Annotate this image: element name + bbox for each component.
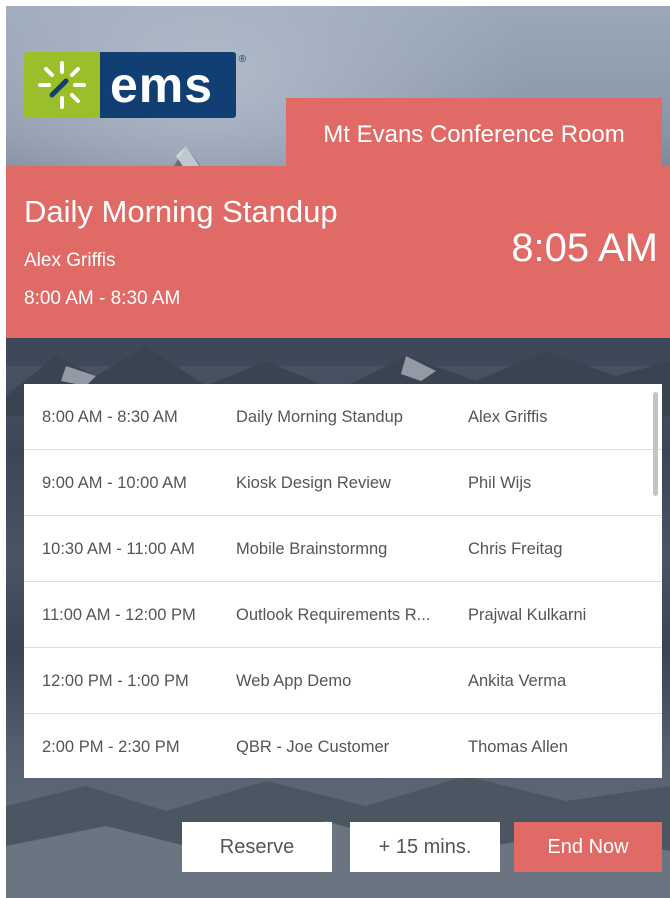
- end-now-button[interactable]: End Now: [514, 822, 662, 872]
- schedule-row[interactable]: 10:30 AM - 11:00 AM Mobile Brainstormng …: [24, 516, 662, 582]
- list-scrollbar[interactable]: [653, 392, 658, 496]
- kiosk-screen: ems ® Mt Evans Conference Room Daily Mor…: [6, 6, 670, 898]
- ems-logo: ems ®: [24, 52, 246, 118]
- row-time: 2:00 PM - 2:30 PM: [42, 738, 180, 756]
- row-organizer: Alex Griffis: [468, 408, 548, 426]
- row-organizer: Ankita Verma: [468, 672, 567, 690]
- schedule-row[interactable]: 9:00 AM - 10:00 AM Kiosk Design Review P…: [24, 450, 662, 516]
- row-organizer: Chris Freitag: [468, 540, 563, 558]
- reserve-button[interactable]: Reserve: [182, 822, 332, 872]
- row-title: Outlook Requirements R...: [236, 606, 431, 624]
- row-time: 8:00 AM - 8:30 AM: [42, 408, 178, 426]
- row-time: 10:30 AM - 11:00 AM: [42, 540, 195, 558]
- current-meeting-banner: Daily Morning Standup Alex Griffis 8:00 …: [6, 166, 670, 338]
- current-time-clock: 8:05 AM: [511, 226, 658, 270]
- row-title: Daily Morning Standup: [236, 408, 403, 426]
- current-meeting-organizer: Alex Griffis: [24, 250, 116, 271]
- schedule-row[interactable]: 2:00 PM - 2:30 PM QBR - Joe Customer Tho…: [24, 714, 662, 778]
- row-organizer: Prajwal Kulkarni: [468, 606, 587, 624]
- schedule-row[interactable]: 11:00 AM - 12:00 PM Outlook Requirements…: [24, 582, 662, 648]
- row-title: Kiosk Design Review: [236, 474, 391, 492]
- room-name-tab: Mt Evans Conference Room: [286, 98, 662, 168]
- registered-mark: ®: [238, 54, 246, 65]
- current-meeting-time: 8:00 AM - 8:30 AM: [24, 288, 181, 309]
- current-meeting-title: Daily Morning Standup: [24, 194, 338, 229]
- row-organizer: Phil Wijs: [468, 474, 532, 492]
- row-title: QBR - Joe Customer: [236, 738, 390, 756]
- row-organizer: Thomas Allen: [468, 738, 568, 756]
- sunburst-icon: [24, 52, 100, 118]
- schedule-row[interactable]: 8:00 AM - 8:30 AM Daily Morning Standup …: [24, 384, 662, 450]
- row-title: Mobile Brainstormng: [236, 540, 388, 558]
- row-time: 12:00 PM - 1:00 PM: [42, 672, 189, 690]
- schedule-list[interactable]: 8:00 AM - 8:30 AM Daily Morning Standup …: [24, 384, 662, 778]
- row-time: 11:00 AM - 12:00 PM: [42, 606, 196, 624]
- row-title: Web App Demo: [236, 672, 352, 690]
- schedule-row[interactable]: 12:00 PM - 1:00 PM Web App Demo Ankita V…: [24, 648, 662, 714]
- row-time: 9:00 AM - 10:00 AM: [42, 474, 187, 492]
- logo-wordmark: ems: [100, 52, 236, 118]
- extend-15-mins-button[interactable]: + 15 mins.: [350, 822, 500, 872]
